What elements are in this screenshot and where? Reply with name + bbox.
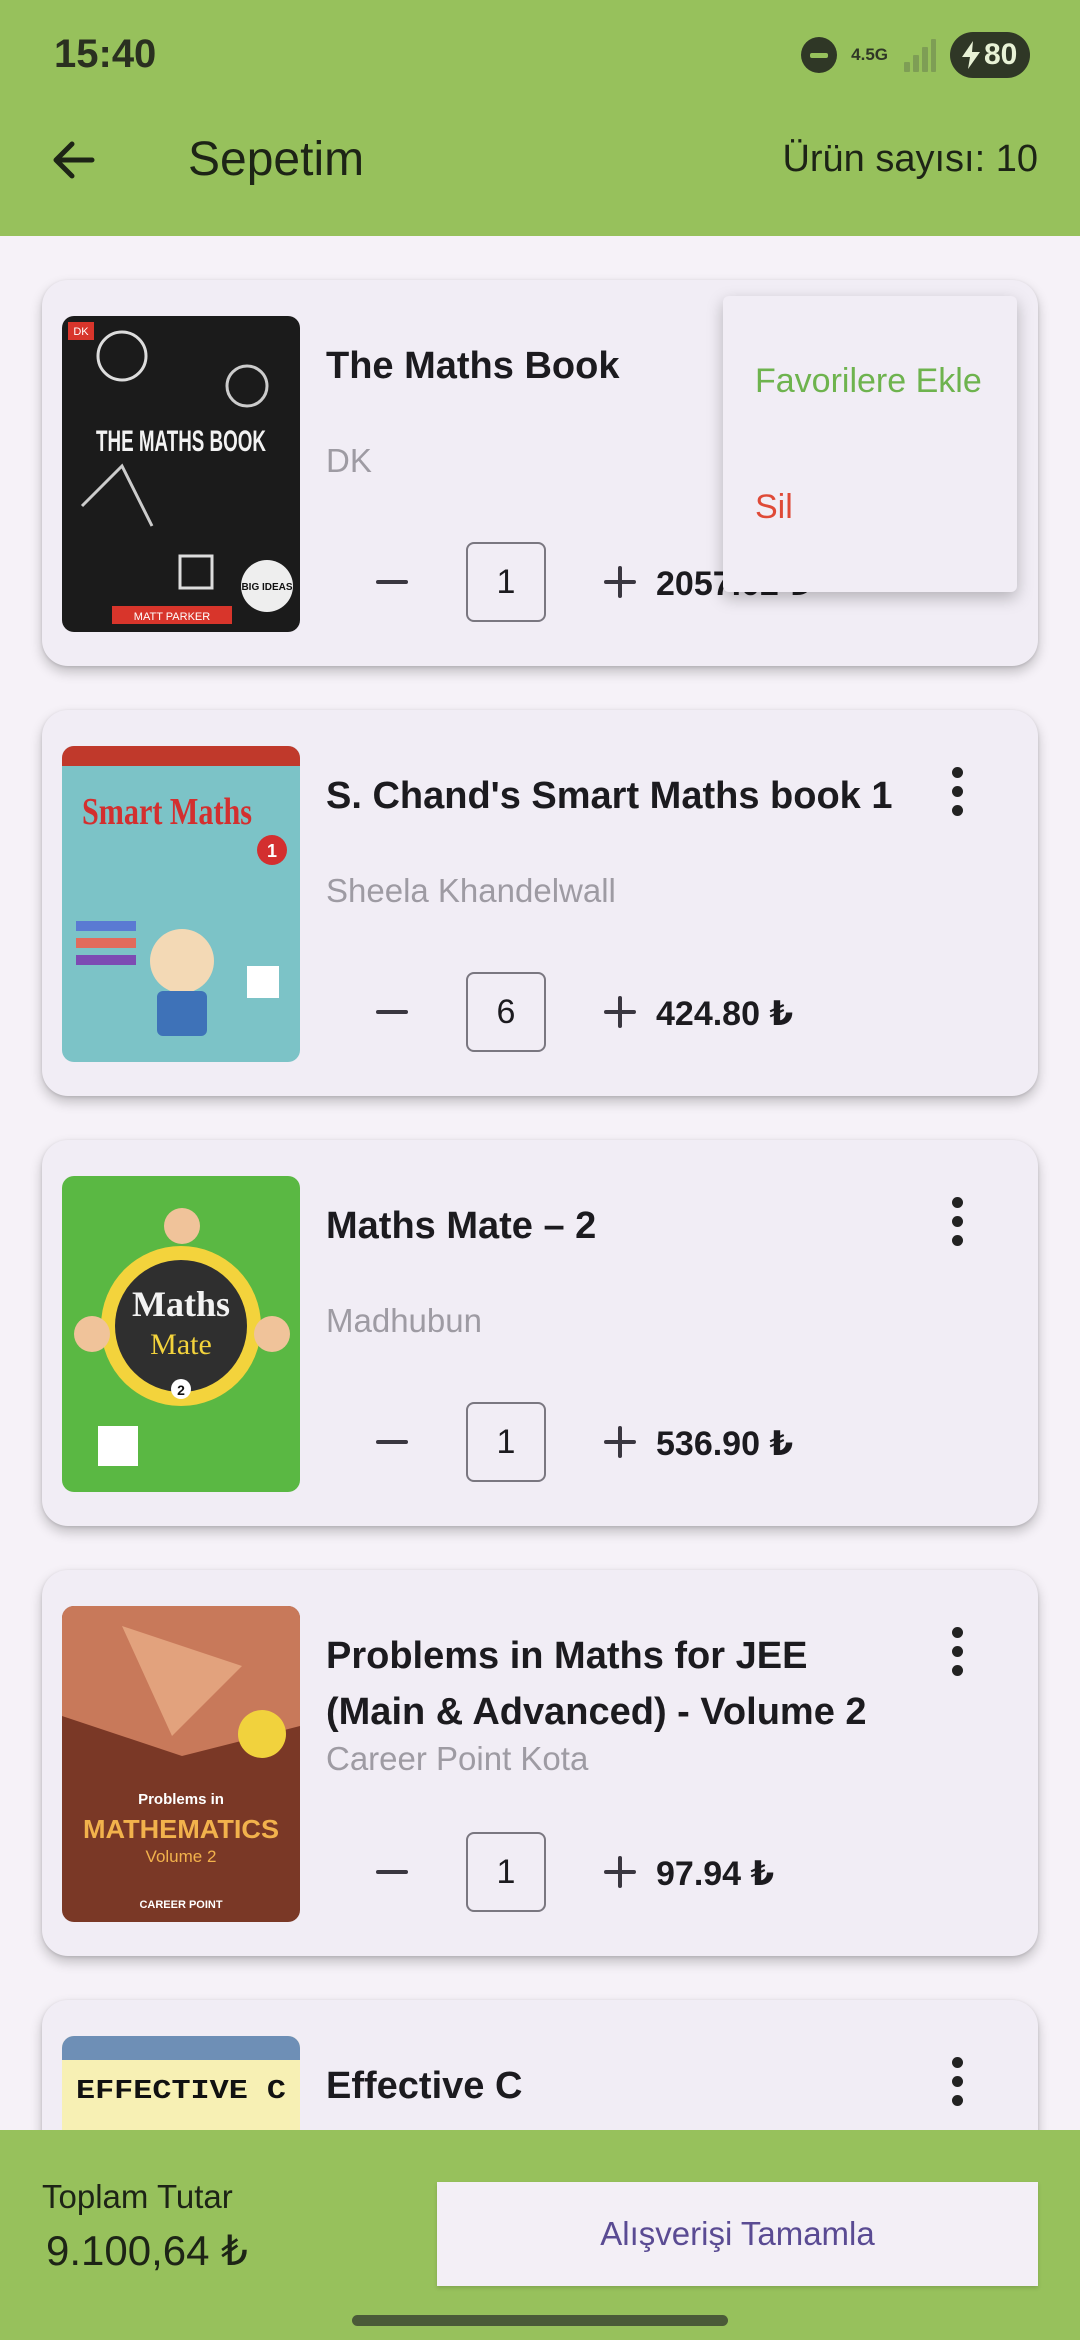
- more-vert-icon[interactable]: [938, 2052, 978, 2112]
- cart-item-card: Smart Maths 1 S. Chand's Smart Maths boo…: [42, 710, 1038, 1096]
- cover-publisher: CAREER POINT: [139, 1899, 222, 1911]
- cover-volume: 1: [267, 841, 277, 861]
- more-vert-icon[interactable]: [938, 762, 978, 822]
- cover-volume: 2: [177, 1382, 185, 1398]
- item-price: 536.90 ₺: [656, 1425, 794, 1463]
- delete-menu-item[interactable]: Sil: [755, 488, 793, 527]
- cover-title: Maths: [132, 1284, 230, 1324]
- book-title: Problems in Maths for JEE (Main & Advanc…: [326, 1635, 867, 1733]
- plus-icon[interactable]: [590, 1412, 650, 1472]
- total-value: 9.100,64 ₺: [46, 2227, 248, 2274]
- back-arrow-icon[interactable]: [44, 130, 104, 190]
- cart-item-card: Problems in MATHEMATICS Volume 2 CAREER …: [42, 1570, 1038, 1956]
- item-count: Ürün sayısı: 10: [782, 138, 1038, 180]
- cover-volume: Volume 2: [146, 1847, 217, 1866]
- minus-icon[interactable]: [362, 1842, 422, 1902]
- home-indicator[interactable]: [352, 2315, 728, 2326]
- total-label: Toplam Tutar: [42, 2178, 233, 2215]
- checkout-bar: Toplam Tutar 9.100,64 ₺ Alışverişi Tamam…: [0, 2130, 1080, 2340]
- quantity-field[interactable]: 1: [466, 542, 546, 622]
- cover-title: MATHEMATICS: [83, 1814, 279, 1844]
- plus-icon[interactable]: [590, 1842, 650, 1902]
- cover-title: THE MATHS BOOK: [96, 425, 266, 458]
- book-author: Madhubun: [326, 1302, 482, 1339]
- cover-badge: BIG IDEAS: [241, 582, 292, 593]
- book-author: DK: [326, 442, 372, 479]
- minus-icon[interactable]: [362, 982, 422, 1042]
- item-options-menu: Favorilere Ekle Sil: [723, 296, 1017, 592]
- checkout-button[interactable]: Alışverişi Tamamla: [437, 2182, 1038, 2286]
- quantity-stepper: 1: [362, 1832, 650, 1912]
- quantity-field[interactable]: 1: [466, 1402, 546, 1482]
- quantity-stepper: 6: [362, 972, 650, 1052]
- minus-icon[interactable]: [362, 552, 422, 612]
- book-title: Effective C: [326, 2065, 523, 2107]
- cover-publisher: DK: [73, 326, 89, 338]
- quantity-field[interactable]: 1: [466, 1832, 546, 1912]
- cover-line1: Problems in: [138, 1791, 224, 1808]
- item-price: 424.80 ₺: [656, 995, 794, 1033]
- item-price: 97.94 ₺: [656, 1855, 775, 1893]
- book-title: Maths Mate – 2: [326, 1205, 597, 1247]
- more-vert-icon[interactable]: [938, 1192, 978, 1252]
- cover-title: EFFECTIVE C: [76, 2077, 286, 2107]
- book-author: Sheela Khandelwall: [326, 872, 616, 909]
- minus-icon[interactable]: [362, 1412, 422, 1472]
- do-not-disturb-icon: [801, 37, 838, 73]
- battery-icon: 80: [950, 32, 1030, 78]
- plus-icon[interactable]: [590, 552, 650, 612]
- book-title: S. Chand's Smart Maths book 1: [326, 775, 893, 817]
- cover-author: MATT PARKER: [134, 611, 210, 623]
- quantity-stepper: 1: [362, 1402, 650, 1482]
- app-bar: 15:40 4.5G 80 Sepetim Ürün sayısı: 10: [0, 0, 1080, 236]
- more-vert-icon[interactable]: [938, 1622, 978, 1682]
- add-favorite-menu-item[interactable]: Favorilere Ekle: [755, 362, 982, 401]
- quantity-stepper: 1: [362, 542, 650, 622]
- book-author: Career Point Kota: [326, 1740, 589, 1777]
- cover-title: Smart Maths: [82, 791, 252, 833]
- book-cover-image[interactable]: Maths Mate 2: [62, 1176, 300, 1492]
- status-time: 15:40: [54, 32, 157, 76]
- book-cover-image[interactable]: Problems in MATHEMATICS Volume 2 CAREER …: [62, 1606, 300, 1922]
- plus-icon[interactable]: [590, 982, 650, 1042]
- signal-icon: [902, 38, 936, 72]
- page-title: Sepetim: [188, 133, 365, 186]
- book-cover-image[interactable]: DK THE MATHS BOOK MATT PARKER BIG IDEAS: [62, 316, 300, 632]
- battery-level: 80: [984, 38, 1018, 71]
- cart-item-card: Maths Mate 2 Maths Mate – 2 Madhubun 1 5…: [42, 1140, 1038, 1526]
- quantity-field[interactable]: 6: [466, 972, 546, 1052]
- status-icons: 4.5G 80: [801, 32, 1030, 78]
- network-type: 4.5G: [851, 45, 888, 64]
- cover-subtitle: Mate: [150, 1328, 212, 1361]
- book-cover-image[interactable]: Smart Maths 1: [62, 746, 300, 1062]
